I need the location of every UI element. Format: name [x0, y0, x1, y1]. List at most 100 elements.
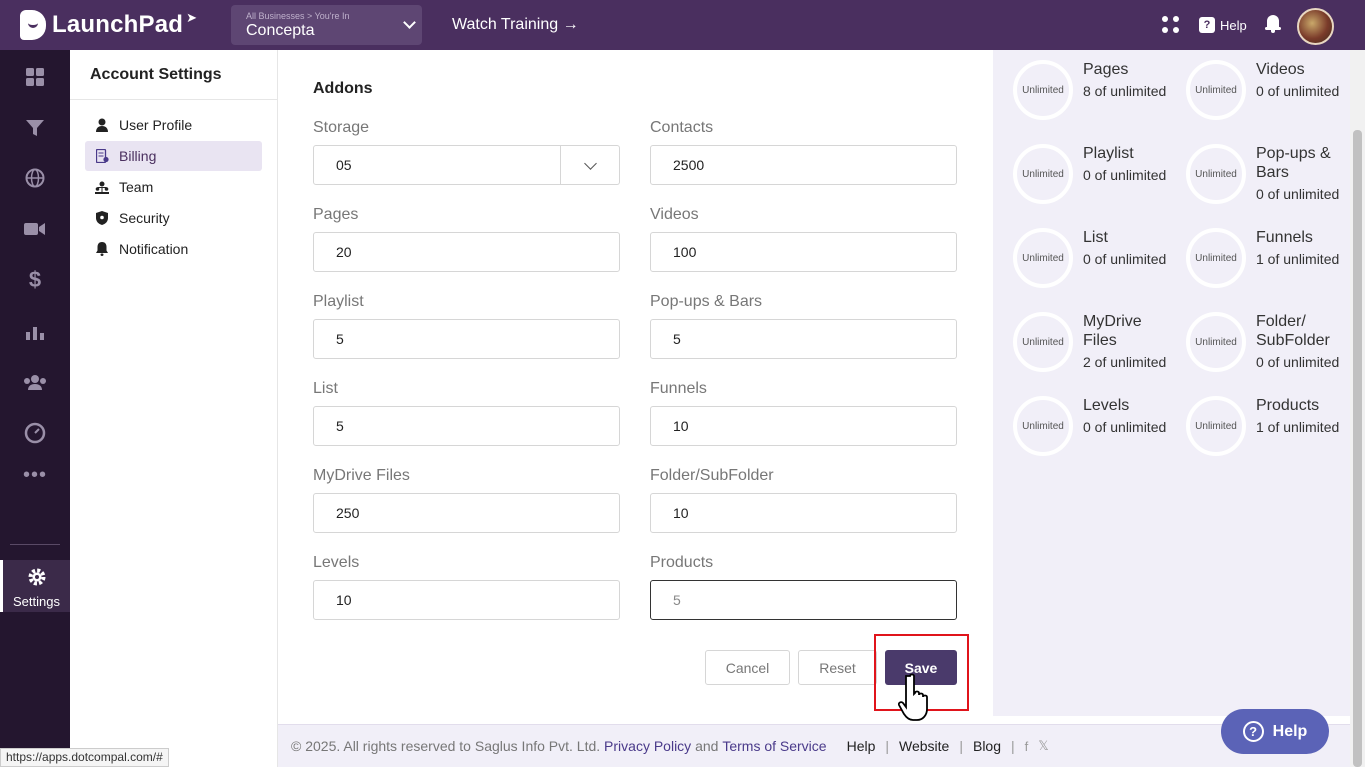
apps-grid-icon[interactable]	[1162, 16, 1180, 34]
scrollbar-thumb[interactable]	[1353, 130, 1362, 767]
reset-button[interactable]: Reset	[798, 650, 877, 685]
dollar-icon[interactable]: $	[0, 260, 70, 300]
rail-divider	[10, 544, 60, 545]
usage-name: MyDrive Files	[1083, 313, 1142, 349]
footer-website-link[interactable]: Website	[899, 738, 949, 754]
sidebar-item-notification[interactable]: Notification	[85, 234, 262, 264]
usage-item-videos: Unlimited Videos 0 of unlimited	[1186, 60, 1339, 120]
question-icon: ?	[1199, 17, 1215, 33]
usage-name: Levels	[1083, 397, 1130, 414]
sidebar-item-team[interactable]: Team	[85, 172, 262, 202]
speedometer-icon[interactable]	[0, 413, 70, 453]
business-selector[interactable]: All Businesses > You're In Concepta	[231, 5, 422, 45]
videos-input[interactable]	[650, 232, 957, 272]
footer-separator: |	[885, 738, 890, 754]
settings-nav-item[interactable]: Settings	[0, 560, 70, 612]
videos-label: Videos	[650, 206, 699, 223]
facebook-icon[interactable]: f	[1025, 739, 1029, 754]
usage-name: Playlist	[1083, 145, 1134, 162]
cancel-button[interactable]: Cancel	[705, 650, 790, 685]
privacy-policy-link[interactable]: Privacy Policy	[604, 738, 691, 754]
more-icon[interactable]: •••	[0, 455, 70, 495]
folder-input[interactable]	[650, 493, 957, 533]
playlist-input[interactable]	[313, 319, 620, 359]
usage-count: 1 of unlimited	[1256, 419, 1340, 435]
usage-count: 1 of unlimited	[1256, 251, 1340, 267]
footer-blog-link[interactable]: Blog	[973, 738, 1001, 754]
billing-icon	[95, 149, 109, 163]
usage-item-products: Unlimited Products 1 of unlimited	[1186, 396, 1339, 456]
copyright-text: © 2025. All rights reserved to Saglus In…	[291, 738, 601, 754]
question-icon: ?	[1242, 721, 1264, 742]
usage-count: 0 of unlimited	[1083, 419, 1167, 435]
status-bar-url: https://apps.dotcompal.com/#	[0, 748, 169, 767]
footer-separator: |	[1011, 738, 1015, 754]
usage-name: Folder/ SubFolder	[1256, 313, 1330, 349]
x-twitter-icon[interactable]: 𝕏	[1038, 738, 1048, 754]
account-settings-sidebar: Account Settings User Profile Billing Te…	[70, 50, 278, 767]
popups-input[interactable]	[650, 319, 957, 359]
contacts-label: Contacts	[650, 119, 714, 136]
funnel-icon[interactable]	[0, 108, 70, 148]
usage-name: Pop-ups & Bars	[1256, 145, 1331, 181]
mydrive-input[interactable]	[313, 493, 620, 533]
rocket-icon: ➤	[186, 10, 198, 25]
usage-name: Funnels	[1256, 229, 1313, 246]
levels-label: Levels	[313, 554, 360, 571]
usage-ring: Unlimited	[1186, 228, 1246, 288]
globe-icon[interactable]	[0, 158, 70, 198]
account-settings-title: Account Settings	[70, 50, 277, 100]
analytics-icon[interactable]	[0, 312, 70, 352]
users-icon[interactable]	[0, 362, 70, 402]
help-chat-button[interactable]: ? Help	[1221, 709, 1329, 754]
help-link[interactable]: ? Help	[1199, 17, 1247, 33]
levels-input[interactable]	[313, 580, 620, 620]
list-input[interactable]	[313, 406, 620, 446]
video-icon[interactable]	[0, 209, 70, 249]
page-scrollbar[interactable]	[1350, 50, 1365, 767]
dashboard-icon[interactable]	[0, 57, 70, 97]
products-label: Products	[650, 554, 714, 571]
sidebar-item-billing[interactable]: Billing	[85, 141, 262, 171]
usage-ring: Unlimited	[1186, 396, 1246, 456]
shield-icon	[95, 211, 109, 225]
watch-training-link[interactable]: Watch Training →	[452, 16, 579, 34]
top-bar: LaunchPad ➤ All Businesses > You're In C…	[0, 0, 1365, 50]
list-label: List	[313, 380, 338, 397]
usage-item-pages: Unlimited Pages 8 of unlimited	[1013, 60, 1166, 120]
usage-item-popups: Unlimited Pop-ups & Bars 0 of unlimited	[1186, 144, 1346, 204]
sidebar-item-user-profile[interactable]: User Profile	[85, 110, 262, 140]
sidebar-item-label: Notification	[119, 241, 189, 257]
pages-input[interactable]	[313, 232, 620, 272]
usage-name: Videos	[1256, 61, 1305, 78]
usage-ring: Unlimited	[1186, 312, 1246, 372]
main-nav-rail: $ ••• Settings	[0, 50, 70, 767]
usage-item-mydrive: Unlimited MyDrive Files 2 of unlimited	[1013, 312, 1173, 372]
business-name: Concepta	[246, 22, 315, 39]
usage-ring: Unlimited	[1013, 396, 1073, 456]
logo[interactable]: LaunchPad ➤	[20, 10, 197, 40]
products-input[interactable]	[650, 580, 957, 620]
usage-ring: Unlimited	[1013, 312, 1073, 372]
and-text: and	[695, 738, 719, 754]
avatar[interactable]	[1297, 8, 1334, 45]
usage-ring: Unlimited	[1013, 60, 1073, 120]
sidebar-item-security[interactable]: Security	[85, 203, 262, 233]
user-icon	[95, 118, 109, 132]
footer-help-link[interactable]: Help	[847, 738, 876, 754]
notification-bell-icon[interactable]	[1265, 15, 1281, 33]
usage-count: 2 of unlimited	[1083, 354, 1167, 370]
storage-chevron-down-icon[interactable]	[561, 145, 620, 185]
funnels-label: Funnels	[650, 380, 707, 397]
storage-select[interactable]: 05	[313, 145, 561, 185]
usage-ring: Unlimited	[1186, 144, 1246, 204]
usage-count: 8 of unlimited	[1083, 83, 1167, 99]
folder-label: Folder/SubFolder	[650, 467, 774, 484]
usage-ring: Unlimited	[1013, 144, 1073, 204]
settings-label: Settings	[13, 594, 60, 609]
terms-of-service-link[interactable]: Terms of Service	[722, 738, 826, 754]
funnels-input[interactable]	[650, 406, 957, 446]
footer-separator: |	[959, 738, 963, 754]
contacts-input[interactable]	[650, 145, 957, 185]
pages-label: Pages	[313, 206, 359, 223]
